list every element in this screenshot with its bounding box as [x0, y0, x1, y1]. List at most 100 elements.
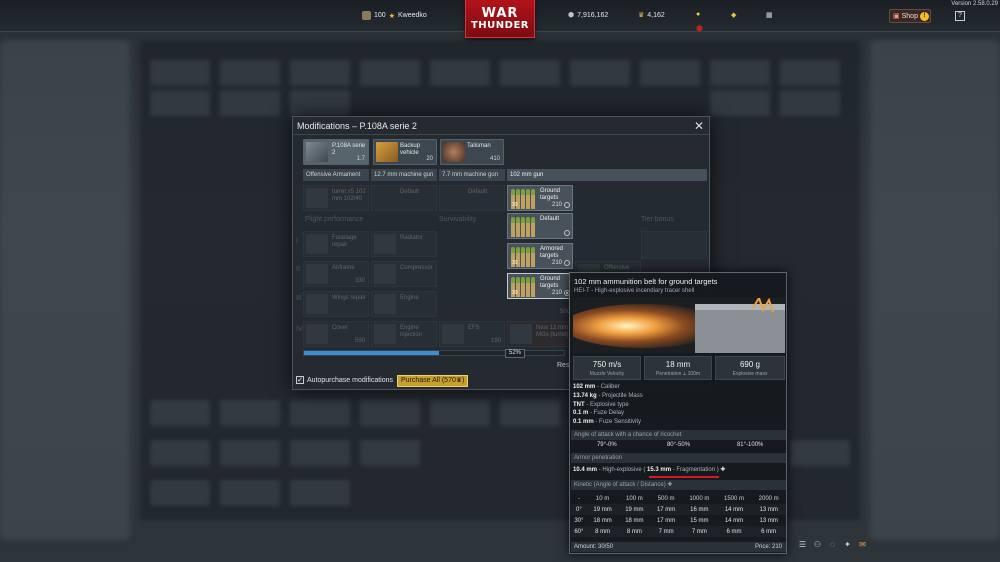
- tier-label: IV: [296, 326, 303, 333]
- tier-label: III: [296, 295, 302, 302]
- mod-cover[interactable]: Cover 590: [303, 321, 369, 347]
- belt-radio[interactable]: [564, 202, 570, 208]
- golden-eagles-icon: ♛: [638, 12, 645, 19]
- contacts-icon[interactable]: ✦: [843, 540, 852, 549]
- mod-efs[interactable]: EFS 190: [439, 321, 505, 347]
- belt-title: Default: [540, 216, 560, 222]
- war-thunder-logo: WAR THUNDER: [465, 0, 535, 38]
- mod-engine-injection[interactable]: Engine injection: [371, 321, 437, 347]
- belt-option-default[interactable]: Default: [507, 213, 573, 239]
- default-belt-7mm[interactable]: Default: [439, 185, 505, 211]
- belt-title: Ground targets: [540, 188, 561, 201]
- table-row: 0° 19 mm 19 mm 17 mm 16 mm 14 mm 13 mm: [571, 504, 786, 515]
- golden-eagles-value: 4,162: [647, 11, 665, 19]
- bottom-toolbar: ☰ ⚇ ◌ ✦ ✉: [798, 540, 867, 549]
- list-icon[interactable]: ☰: [798, 540, 807, 549]
- mod-airframe[interactable]: Airframe 330: [303, 261, 369, 287]
- belt-option-ground-targets-selected[interactable]: 30 Ground targets 210: [507, 273, 573, 299]
- autopurchase-label: Autopurchase modifications: [307, 376, 393, 384]
- belt-price: 210: [551, 290, 562, 296]
- checkbox-checked-icon[interactable]: ✓: [296, 376, 304, 384]
- belt-shells-icon: [511, 217, 537, 237]
- default-label: Default: [400, 189, 420, 195]
- slot-label: Backup vehicle: [400, 143, 421, 156]
- turret-slot[interactable]: turret x5 102 mm 102/40: [303, 185, 369, 211]
- armor-penetration-header: Armor penetration: [571, 453, 786, 463]
- purchase-all-button[interactable]: Purchase All (570♛): [397, 375, 469, 387]
- ricochet-values: 79°-0% 80°-50% 81°-100%: [596, 442, 764, 448]
- tooltip-footer: Amount: 30/50 Price: 210: [571, 542, 786, 552]
- eagle-icon: ♛): [455, 377, 465, 384]
- mod-compressor[interactable]: Compressor: [371, 261, 437, 287]
- tab-102mm-gun[interactable]: 102 mm gun: [507, 169, 707, 181]
- ricochet-header: Angle of attack with a chance of ricoche…: [571, 430, 786, 440]
- belt-option-armored-targets[interactable]: 30 Armored targets 210: [507, 243, 573, 269]
- purchase-all-label: Purchase All (570: [401, 377, 456, 384]
- chat-icon[interactable]: ◌: [828, 540, 837, 549]
- price-label: Price: 210: [754, 544, 782, 550]
- slot-value: 1.7: [356, 156, 365, 162]
- target-icon: ✚: [667, 482, 673, 488]
- plane-thumbnail: [306, 142, 328, 162]
- annotation-underline: [649, 476, 719, 478]
- tab-7mm-mg[interactable]: 7.7 mm machine gun: [439, 169, 505, 181]
- battlepass-icon[interactable]: ▦: [766, 11, 773, 19]
- table-header-row: -10 m 100 m 500 m 1000 m 1500 m 2000 m: [577, 495, 779, 502]
- avatar: [362, 11, 371, 20]
- backup-vehicle-slot[interactable]: Backup vehicle 20: [373, 139, 437, 165]
- table-row: 60° 8 mm 8 mm 7 mm 7 mm 6 mm 6 mm: [571, 526, 786, 537]
- belt-radio[interactable]: [564, 230, 570, 236]
- mod-radiator[interactable]: Radiator: [371, 231, 437, 257]
- tab-offensive-armament[interactable]: Offensive Armament: [303, 169, 369, 181]
- stat-penetration: 18 mm Penetration ⟂ 100m: [644, 356, 712, 380]
- default-belt-12mm[interactable]: Default: [371, 185, 437, 211]
- weapon-categories: Offensive Armament 12.7 mm machine gun 7…: [303, 169, 707, 181]
- profile-block[interactable]: 100 ★ Kweedko: [362, 11, 427, 20]
- cart-icon: ▣: [893, 13, 900, 20]
- belt-title: Armored targets: [540, 246, 564, 259]
- tab-12mm-mg[interactable]: 12.7 mm machine gun: [371, 169, 437, 181]
- autopurchase-toggle[interactable]: ✓ Autopurchase modifications: [296, 376, 393, 384]
- shop-label: Shop: [901, 12, 918, 20]
- mod-engine[interactable]: Engine: [371, 291, 437, 317]
- mod-new-12mm-mgs[interactable]: New 12 mm MGs (turret): [507, 321, 573, 347]
- slot-label: P.108A serie 2: [332, 143, 366, 156]
- mail-icon[interactable]: ✉: [858, 540, 867, 549]
- belt-price: 210: [551, 202, 562, 208]
- slot-value: 410: [489, 156, 500, 162]
- talisman-icon: [443, 142, 465, 162]
- belt-count: 30: [512, 290, 518, 296]
- tooltip-subtitle: HEI-T - High-explosive incendiary tracer…: [574, 288, 695, 294]
- belt-count: 30: [512, 260, 518, 266]
- stat-muzzle-velocity: 750 m/s Muzzle Velocity: [573, 356, 641, 380]
- belt-option-ground-targets[interactable]: 30 Ground targets 210: [507, 185, 573, 211]
- talisman-slot[interactable]: Talisman 410: [440, 139, 504, 165]
- reset-button[interactable]: Res: [557, 362, 569, 369]
- kinetic-penetration-table: -10 m 100 m 500 m 1000 m 1500 m 2000 m 0° 19 m…: [571, 493, 786, 537]
- vehicle-slot[interactable]: P.108A serie 2 1.7: [303, 139, 369, 165]
- info-icon: ✚: [720, 467, 726, 473]
- mod-fuselage-repair[interactable]: Fuselage repair: [303, 231, 369, 257]
- silver-lions[interactable]: ⬢ 7,916,162: [568, 11, 608, 20]
- squad-icon[interactable]: ⚇: [813, 540, 822, 549]
- turret-icon: [306, 188, 328, 208]
- help-button[interactable]: ?: [955, 11, 965, 21]
- shop-button[interactable]: ▣ Shop !: [889, 9, 931, 23]
- player-rank: 100: [374, 12, 386, 19]
- lightbulb-icon[interactable]: ●: [696, 11, 700, 18]
- progress-fill: [304, 351, 440, 355]
- belt-radio[interactable]: [564, 260, 570, 266]
- amount-label: Amount: 30/50: [574, 544, 614, 550]
- belt-count: 30: [512, 202, 518, 208]
- mod-wings-repair[interactable]: Wings repair: [303, 291, 369, 317]
- shop-alert-icon: !: [919, 11, 929, 21]
- golden-eagles[interactable]: ♛ 4,162: [638, 11, 665, 20]
- window-title: Modifications – P.108A serie 2: [297, 121, 417, 131]
- stat-explosive-mass: 690 g Explosive mass: [715, 356, 785, 380]
- belt-price: 210: [551, 260, 562, 266]
- close-button[interactable]: ✕: [692, 119, 706, 133]
- section-flight-performance: Flight performance: [305, 216, 364, 223]
- slot-value: 20: [426, 156, 433, 162]
- notification-icon[interactable]: ⬢: [696, 24, 703, 33]
- premium-icon[interactable]: ◆: [731, 11, 736, 19]
